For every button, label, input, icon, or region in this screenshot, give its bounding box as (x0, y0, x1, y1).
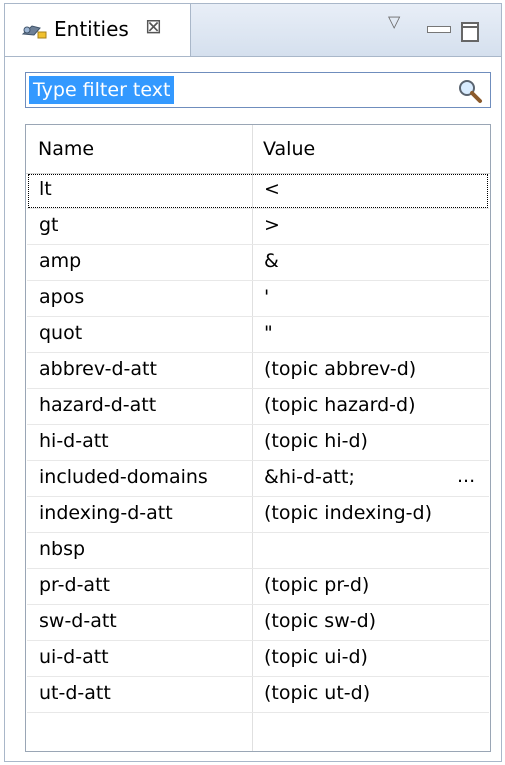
filter-input[interactable]: Type filter text (25, 72, 491, 108)
table-row[interactable]: apos ' (27, 281, 489, 317)
view-titlebar: Entities ⊠ ▽ (5, 4, 501, 57)
entity-name: gt (39, 214, 59, 236)
view-menu-icon[interactable]: ▽ (388, 12, 400, 31)
maximize-icon[interactable] (461, 22, 479, 42)
table-row[interactable]: sw-d-att (topic sw-d) (27, 605, 489, 641)
entity-value: (topic ut-d) (264, 682, 371, 704)
entities-tab[interactable]: Entities ⊠ (5, 4, 191, 56)
column-header-value[interactable]: Value (263, 138, 315, 160)
table-row[interactable]: gt > (27, 209, 489, 245)
entity-name: indexing-d-att (39, 502, 173, 524)
entity-name: quot (39, 322, 83, 344)
filter-text[interactable]: Type filter text (29, 76, 175, 104)
table-row[interactable]: pr-d-att (topic pr-d) (27, 569, 489, 605)
table-row[interactable]: hazard-d-att (topic hazard-d) (27, 389, 489, 425)
table-row[interactable]: ui-d-att (topic ui-d) (27, 641, 489, 677)
entity-name: hazard-d-att (39, 394, 157, 416)
entity-name: abbrev-d-att (39, 358, 157, 380)
close-icon[interactable]: ⊠ (145, 14, 162, 38)
table-row[interactable]: indexing-d-att (topic indexing-d) (27, 497, 489, 533)
table-row[interactable]: hi-d-att (topic hi-d) (27, 425, 489, 461)
edit-value-button[interactable]: ... (457, 465, 475, 487)
table-row[interactable]: lt < (27, 173, 489, 209)
table-row[interactable]: nbsp (27, 533, 489, 569)
column-header-name[interactable]: Name (38, 138, 94, 160)
entity-value: (topic hi-d) (264, 430, 368, 452)
entity-value: (topic ui-d) (264, 646, 368, 668)
entities-view-icon (21, 25, 47, 39)
entity-name: lt (39, 178, 52, 200)
table-header: Name Value (26, 125, 490, 174)
entity-name: amp (39, 250, 82, 272)
table-row[interactable]: quot " (27, 317, 489, 353)
entity-name: hi-d-att (39, 430, 109, 452)
entity-value: (topic pr-d) (264, 574, 370, 596)
entity-name: pr-d-att (39, 574, 110, 596)
entity-value: (topic sw-d) (264, 610, 377, 632)
entity-value: (topic abbrev-d) (264, 358, 417, 380)
entity-name: ut-d-att (39, 682, 111, 704)
entity-name: ui-d-att (39, 646, 109, 668)
entity-name: sw-d-att (39, 610, 117, 632)
entity-value: < (264, 178, 280, 200)
table-row[interactable]: amp & (27, 245, 489, 281)
minimize-icon[interactable] (427, 26, 451, 33)
entity-value: (topic hazard-d) (264, 394, 416, 416)
entity-value: > (264, 214, 280, 236)
entity-name: included-domains (39, 466, 208, 488)
table-row[interactable]: abbrev-d-att (topic abbrev-d) (27, 353, 489, 389)
entity-value: " (264, 322, 273, 344)
entity-name: apos (39, 286, 85, 308)
entity-value: ' (264, 286, 270, 308)
entity-value: &hi-d-att; (264, 466, 355, 488)
entity-value: (topic indexing-d) (264, 502, 433, 524)
search-icon[interactable] (457, 78, 483, 104)
table-row[interactable]: ut-d-att (topic ut-d) (27, 677, 489, 713)
entities-view: Entities ⊠ ▽ Type filter text Name Value… (4, 3, 502, 762)
entities-table[interactable]: Name Value lt < gt > amp & apos ' quot "… (25, 124, 491, 752)
entity-name: nbsp (39, 538, 86, 560)
view-title: Entities (54, 17, 129, 41)
entity-value: & (264, 250, 279, 272)
table-row[interactable]: included-domains &hi-d-att; ... (27, 461, 489, 497)
